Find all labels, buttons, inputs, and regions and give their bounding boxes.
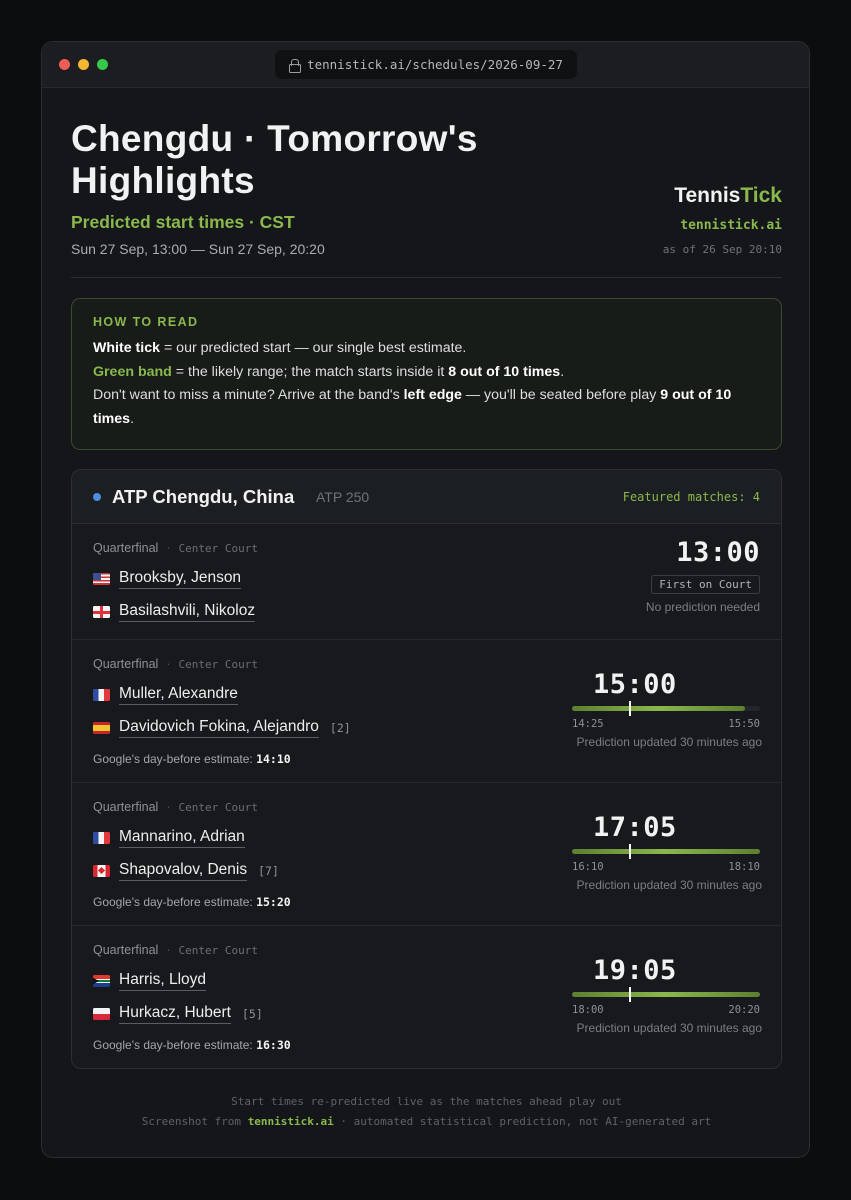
tournament-category: ATP 250 [316, 489, 370, 505]
tour-dot-icon [93, 493, 101, 501]
tournament-card: ATP Chengdu, China ATP 250 Featured matc… [71, 469, 782, 1069]
page-footer: Start times re-predicted live as the mat… [42, 1092, 809, 1132]
band-end-label: 20:20 [728, 1004, 760, 1016]
first-on-court-badge: First on Court [651, 575, 760, 594]
prediction-updated: Prediction updated 30 minutes ago [576, 878, 762, 892]
howto-line-2: Green band = the likely range; the match… [93, 363, 565, 380]
page-title: Chengdu · Tomorrow's Highlights [71, 118, 478, 201]
how-to-read-title: HOW TO READ [93, 315, 199, 329]
player-name[interactable]: Basilashvili, Nikoloz [119, 602, 256, 622]
player-name[interactable]: Brooksby, Jenson [119, 569, 242, 589]
match-row[interactable]: Quarterfinal · Center Court Brooksby, Jens… [72, 524, 781, 640]
brand-url[interactable]: tennistick.ai [663, 218, 782, 233]
prediction-updated: Prediction updated 30 minutes ago [576, 1021, 762, 1035]
band-end-label: 18:10 [728, 861, 760, 873]
predicted-time: 19:05 [593, 955, 677, 986]
maximize-window-button[interactable] [97, 59, 108, 70]
player-name[interactable]: Davidovich Fokina, Alejandro [119, 718, 319, 738]
prediction-note: No prediction needed [645, 600, 760, 614]
tournament-header: ATP Chengdu, China ATP 250 Featured matc… [72, 470, 781, 524]
flag-ca-icon [93, 865, 110, 877]
player-name[interactable]: Mannarino, Adrian [119, 828, 245, 848]
match-meta: Quarterfinal · Center Court [93, 657, 258, 671]
player-1: Brooksby, Jenson [93, 569, 242, 589]
as-of-timestamp: as of 26 Sep 20:10 [662, 243, 782, 256]
player-2: Basilashvili, Nikoloz [93, 602, 256, 622]
seed-badge: [2] [329, 721, 351, 735]
flag-fr-icon [93, 832, 110, 844]
google-estimate: Google's day-before estimate: 16:30 [93, 1038, 291, 1052]
url-text: tennistick.ai/schedules/2026-09-27 [307, 57, 563, 72]
match-row[interactable]: Quarterfinal · Center Court Muller, Alexan… [72, 640, 781, 783]
player-2: Davidovich Fokina, Alejandro [2] [93, 718, 351, 738]
seed-badge: [5] [241, 1007, 263, 1021]
flag-ge-icon [93, 606, 110, 618]
brand-name-accent: Tick [740, 184, 782, 207]
minimize-window-button[interactable] [78, 59, 89, 70]
google-estimate: Google's day-before estimate: 15:20 [93, 895, 291, 909]
likely-range-band [572, 992, 760, 997]
footer-line-1: Start times re-predicted live as the mat… [231, 1095, 622, 1108]
prediction-block: 15:00 14:25 15:50 Prediction updated 30 … [572, 640, 762, 782]
footer-link[interactable]: tennistick.ai [248, 1115, 334, 1128]
prediction-bar [572, 844, 760, 859]
likely-range-band [572, 706, 745, 711]
predicted-start-tick [629, 844, 632, 859]
likely-range-band [572, 849, 760, 854]
player-2: Hurkacz, Hubert [5] [93, 1004, 263, 1024]
flag-fr-icon [93, 689, 110, 701]
match-row[interactable]: Quarterfinal · Center Court Mannarino, Adr… [72, 783, 781, 926]
player-2: Shapovalov, Denis [7] [93, 861, 279, 881]
player-1: Harris, Lloyd [93, 971, 206, 991]
tournament-name[interactable]: ATP Chengdu, China [112, 486, 294, 508]
predicted-time: 17:05 [593, 812, 677, 843]
predicted-time: 15:00 [593, 669, 677, 700]
flag-pl-icon [93, 1008, 110, 1020]
brand-name-main: Tennis [674, 184, 741, 207]
prediction-block: 19:05 18:00 20:20 Prediction updated 30 … [572, 926, 762, 1068]
match-meta: Quarterfinal · Center Court [93, 800, 258, 814]
flag-us-icon [93, 573, 110, 585]
prediction-block: 17:05 16:10 18:10 Prediction updated 30 … [572, 783, 762, 925]
lock-icon [289, 58, 302, 73]
match-row[interactable]: Quarterfinal · Center Court Harris, Lloyd … [72, 926, 781, 1068]
player-name[interactable]: Shapovalov, Denis [119, 861, 248, 881]
howto-line-3: Don't want to miss a minute? Arrive at t… [93, 387, 732, 427]
player-name[interactable]: Harris, Lloyd [119, 971, 206, 991]
predicted-start-tick [629, 701, 632, 716]
browser-window: tennistick.ai/schedules/2026-09-27 Cheng… [41, 41, 810, 1158]
band-start-label: 14:25 [572, 718, 604, 730]
prediction-bar [572, 987, 760, 1002]
match-meta: Quarterfinal · Center Court [93, 943, 258, 957]
player-name[interactable]: Hurkacz, Hubert [119, 1004, 231, 1024]
close-window-button[interactable] [59, 59, 70, 70]
address-bar[interactable]: tennistick.ai/schedules/2026-09-27 [275, 50, 577, 79]
band-start-label: 18:00 [572, 1004, 604, 1016]
predicted-start-tick [629, 987, 632, 1002]
player-1: Mannarino, Adrian [93, 828, 245, 848]
browser-titlebar: tennistick.ai/schedules/2026-09-27 [42, 42, 809, 88]
howto-line-1: White tick = our predicted start — our s… [93, 340, 467, 356]
seed-badge: [7] [258, 864, 279, 878]
start-time: 13:00 [676, 537, 760, 568]
brand-logo: TennisTick [663, 184, 782, 208]
prediction-updated: Prediction updated 30 minutes ago [576, 735, 762, 749]
flag-za-icon [93, 975, 110, 987]
band-end-label: 15:50 [728, 718, 760, 730]
how-to-read-text: White tick = our predicted start — our s… [93, 337, 760, 431]
footer-line-2: Screenshot from tennistick.ai · automate… [141, 1115, 712, 1128]
player-name[interactable]: Muller, Alexandre [119, 685, 238, 705]
band-start-label: 16:10 [572, 861, 604, 873]
brand-block: TennisTick tennistick.ai as of 26 Sep 20… [663, 184, 782, 256]
player-1: Muller, Alexandre [93, 685, 238, 705]
flag-es-icon [93, 722, 110, 734]
google-estimate: Google's day-before estimate: 14:10 [93, 752, 291, 766]
match-meta: Quarterfinal · Center Court [93, 541, 258, 555]
prediction-bar [572, 701, 760, 716]
how-to-read-panel: HOW TO READ White tick = our predicted s… [71, 298, 782, 450]
featured-count: Featured matches: 4 [622, 490, 760, 504]
page-header: Chengdu · Tomorrow's Highlights Predicte… [71, 118, 782, 278]
